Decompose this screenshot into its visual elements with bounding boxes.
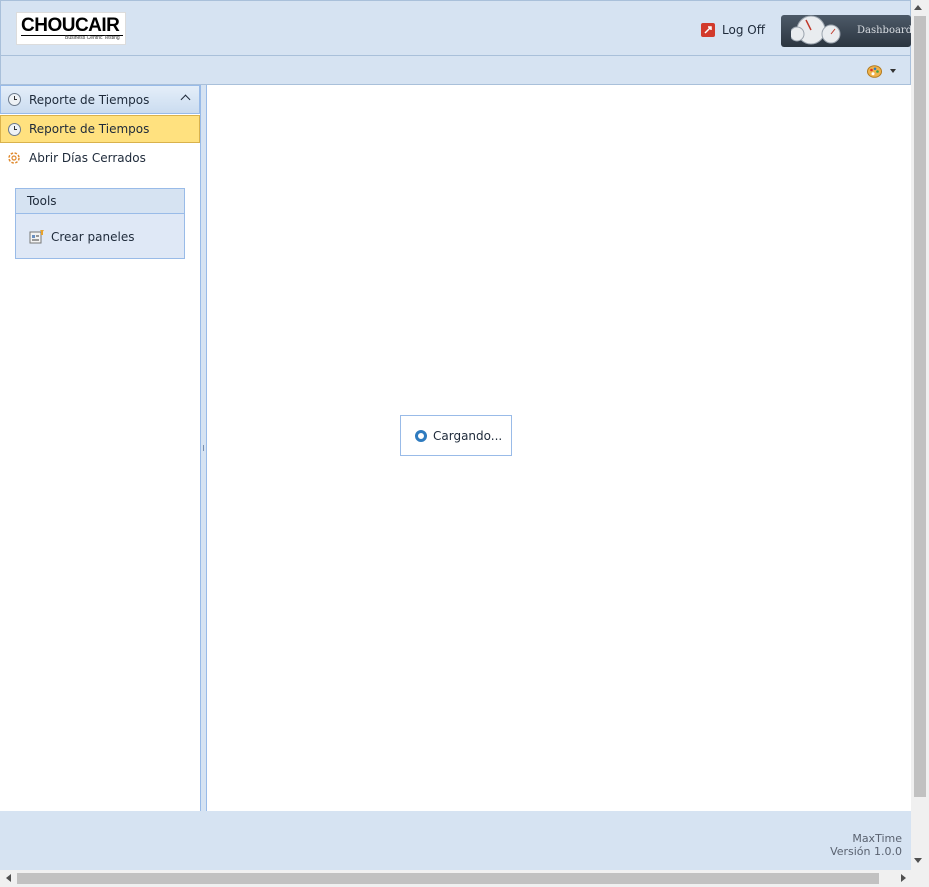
splitter-grip <box>203 445 204 451</box>
panel-add-icon <box>29 230 44 244</box>
toolbar <box>0 56 911 85</box>
dashboard-label: Dashboard <box>857 25 913 36</box>
app-header: CHOUCAIR Business Centric Testing Log Of… <box>0 0 913 56</box>
app-footer: MaxTime Versión 1.0.0 <box>0 811 911 870</box>
tools-title: Tools <box>27 194 57 208</box>
vertical-scroll-thumb[interactable] <box>914 16 926 797</box>
scroll-up-arrow-icon[interactable] <box>914 5 922 10</box>
chevron-down-icon <box>890 69 896 73</box>
sidebar: Reporte de Tiempos Reporte de Tiempos Ab… <box>0 85 201 811</box>
crear-paneles-button[interactable]: Crear paneles <box>29 229 134 245</box>
palette-icon <box>867 64 882 78</box>
dashboard-button[interactable]: Dashboard <box>781 14 913 47</box>
clock-icon <box>8 122 21 136</box>
logoff-button[interactable]: Log Off <box>701 22 765 38</box>
crear-paneles-label: Crear paneles <box>51 230 135 244</box>
scrollbar-corner <box>911 870 929 887</box>
horizontal-scrollbar[interactable] <box>0 870 911 887</box>
logo-wordmark: CHOUCAIR <box>21 15 120 36</box>
loading-indicator: Cargando... <box>400 415 512 456</box>
speedometer-icon <box>789 14 843 46</box>
scroll-left-arrow-icon[interactable] <box>6 874 11 882</box>
horizontal-scroll-thumb[interactable] <box>17 873 879 884</box>
scroll-down-arrow-icon[interactable] <box>914 858 922 863</box>
logoff-label: Log Off <box>722 23 765 37</box>
clock-icon <box>8 93 21 106</box>
logo-tagline: Business Centric Testing <box>65 35 120 41</box>
sidebar-section-header[interactable]: Reporte de Tiempos <box>0 85 200 114</box>
loading-text: Cargando... <box>433 428 503 443</box>
sidebar-item-label: Abrir Días Cerrados <box>29 151 146 165</box>
company-logo: CHOUCAIR Business Centric Testing <box>16 12 126 45</box>
sidebar-item-abrir-dias-cerrados[interactable]: Abrir Días Cerrados <box>0 144 200 172</box>
tools-panel-header: Tools <box>16 189 184 214</box>
scroll-right-arrow-icon[interactable] <box>901 874 906 882</box>
chevron-up-icon[interactable] <box>180 94 191 105</box>
sidebar-item-label: Reporte de Tiempos <box>29 122 150 136</box>
main-content <box>207 85 911 811</box>
sidebar-item-reporte-de-tiempos[interactable]: Reporte de Tiempos <box>0 115 200 143</box>
spinner-icon <box>415 429 427 442</box>
logoff-icon <box>701 23 715 37</box>
sidebar-section-title: Reporte de Tiempos <box>29 92 150 107</box>
tools-panel: Tools Crear paneles <box>15 188 185 259</box>
footer-app-name: MaxTime <box>852 832 902 845</box>
gear-icon <box>8 152 20 164</box>
theme-selector-button[interactable] <box>867 64 896 78</box>
vertical-scrollbar[interactable] <box>911 0 929 870</box>
footer-version: Versión 1.0.0 <box>830 845 902 858</box>
